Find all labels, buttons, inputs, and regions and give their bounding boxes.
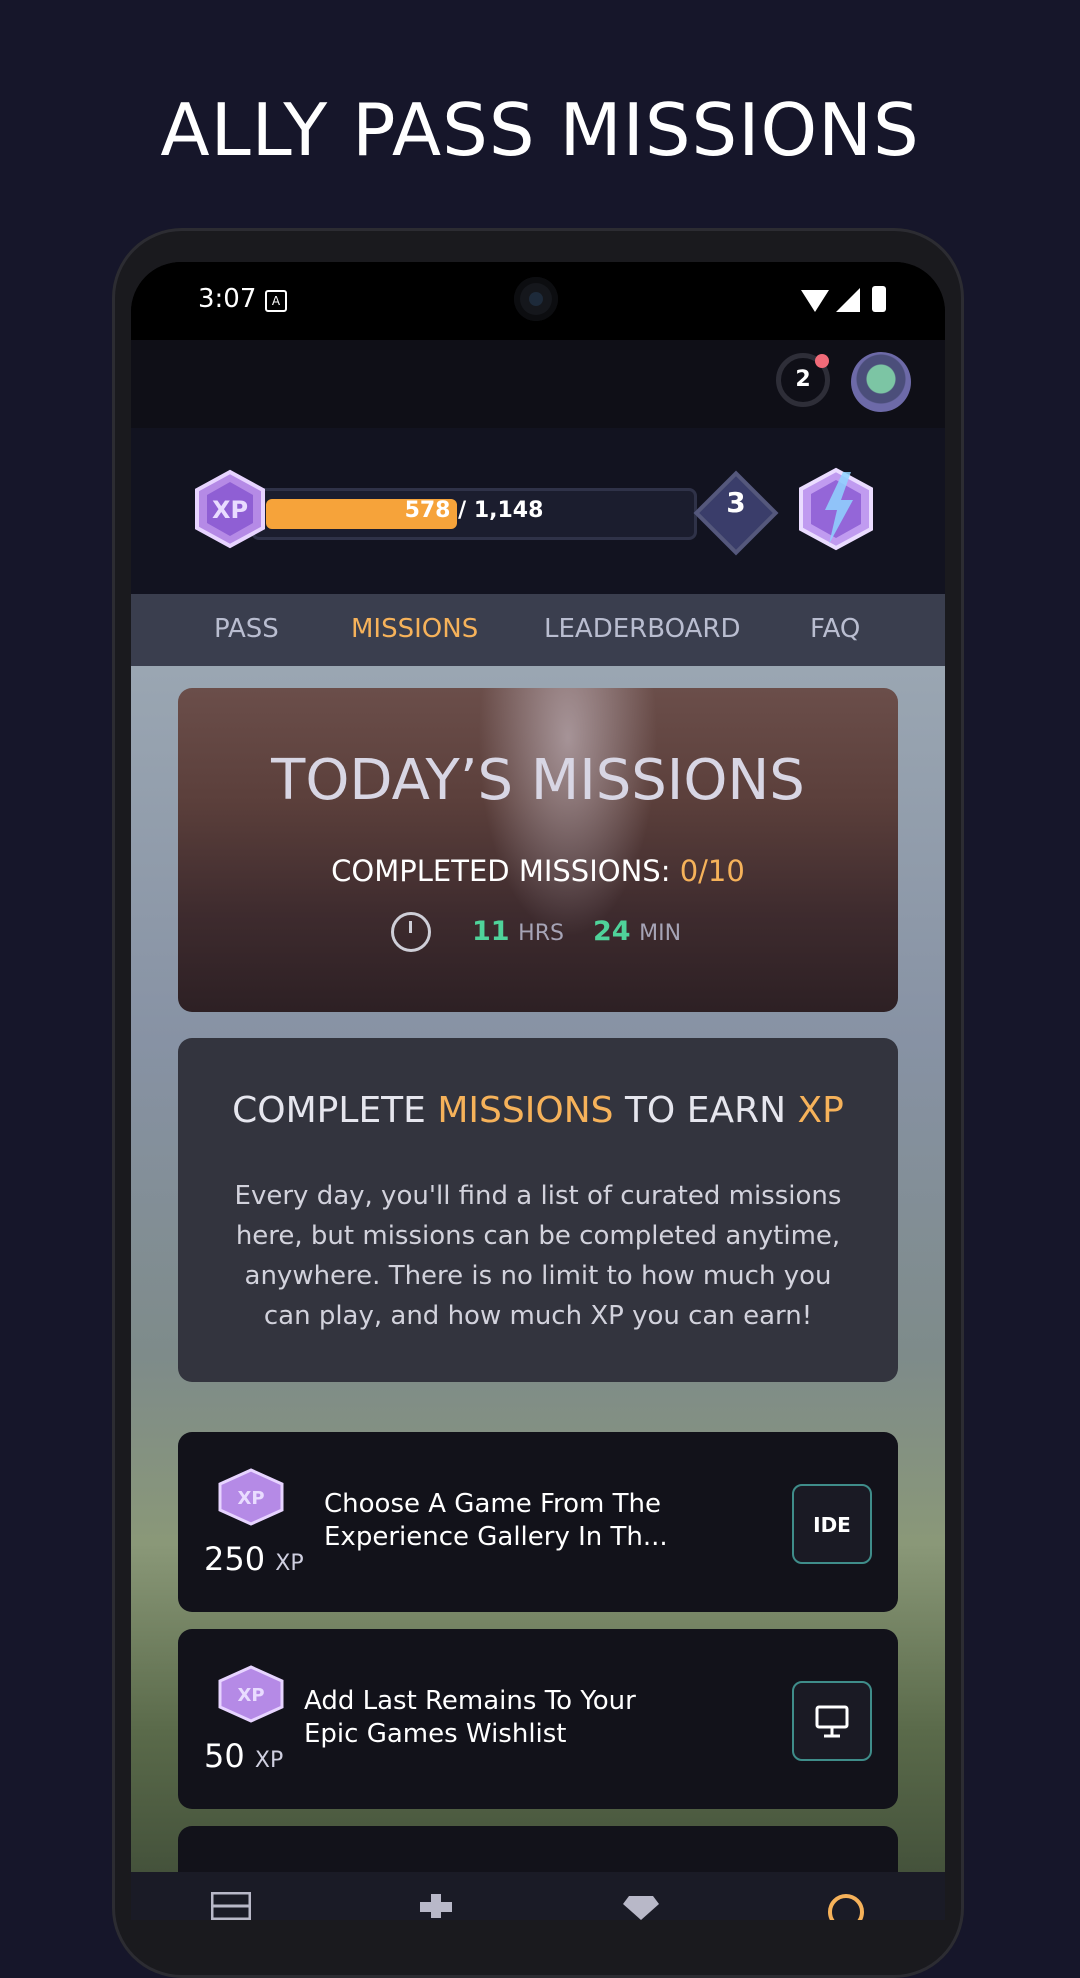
level-number: 3 xyxy=(726,486,746,519)
xp-progress-section: 578 / 1,148 XP 3 xyxy=(131,428,945,594)
monitor-icon xyxy=(815,1705,849,1738)
bottom-nav xyxy=(131,1872,945,1920)
timer-hours: 11 HRS xyxy=(472,916,564,947)
tab-leaderboard[interactable]: LEADERBOARD xyxy=(544,614,740,644)
brick-wall-icon[interactable] xyxy=(211,1892,251,1920)
xp-badge-icon: XP xyxy=(218,1665,284,1723)
profile-icon[interactable] xyxy=(826,1892,866,1920)
next-level-xp-badge-icon xyxy=(799,467,873,551)
battery-icon xyxy=(872,286,886,312)
svg-text:XP: XP xyxy=(237,1488,264,1509)
info-title: COMPLETE MISSIONS TO EARN XP xyxy=(232,1090,844,1131)
gamepad-icon[interactable] xyxy=(416,1892,456,1920)
app-header: 2 xyxy=(131,340,945,428)
signal-icon xyxy=(836,288,860,312)
xp-badge-icon: XP xyxy=(195,469,265,549)
tab-pass[interactable]: PASS xyxy=(214,614,279,644)
a-icon: A xyxy=(265,290,287,312)
mission-xp: 250 XP xyxy=(204,1540,304,1578)
mission-action-button[interactable]: IDE xyxy=(792,1484,872,1564)
mission-card[interactable]: XP 250 XP Choose A Game From The Experie… xyxy=(178,1432,898,1612)
info-body: Every day, you'll find a list of curated… xyxy=(234,1181,842,1331)
mission-action-button[interactable] xyxy=(792,1681,872,1761)
svg-text:XP: XP xyxy=(237,1685,264,1706)
status-time: 3:07 xyxy=(198,284,257,314)
completed-value: 0/10 xyxy=(679,854,745,888)
wifi-icon xyxy=(801,290,829,312)
xp-progress-bar: 578 / 1,148 xyxy=(251,488,697,540)
clock-icon xyxy=(391,912,431,952)
front-camera xyxy=(514,277,558,321)
tab-missions[interactable]: MISSIONS xyxy=(351,614,478,644)
status-bar: 3:07 A xyxy=(131,262,945,340)
info-card: COMPLETE MISSIONS TO EARN XP Every day, … xyxy=(178,1038,898,1382)
mission-text: Add Last Remains To Your Epic Games Wish… xyxy=(304,1686,636,1749)
phone-screen: 3:07 A 2 578 / 1,148 XP 3 PASS MISSIONS … xyxy=(131,262,945,1920)
xp-progress-text: 578 / 1,148 xyxy=(404,498,544,523)
notification-button[interactable]: 2 xyxy=(776,353,830,407)
ide-logo-icon: IDE xyxy=(813,1513,851,1537)
hero-title: TODAY’S MISSIONS xyxy=(271,748,805,813)
mission-card[interactable]: XP 50 XP Add Last Remains To Your Epic G… xyxy=(178,1629,898,1809)
xp-badge-icon: XP xyxy=(218,1468,284,1526)
mission-text: Choose A Game From The Experience Galler… xyxy=(324,1489,668,1552)
notification-count: 2 xyxy=(795,367,811,392)
mission-xp: 50 XP xyxy=(204,1737,284,1775)
tab-bar: PASS MISSIONS LEADERBOARD FAQ xyxy=(131,594,945,666)
todays-missions-banner: TODAY’S MISSIONS COMPLETED MISSIONS: 0/1… xyxy=(178,688,898,1012)
svg-text:IDE: IDE xyxy=(813,1513,851,1537)
headline: ALLY PASS MISSIONS xyxy=(160,88,920,172)
diamond-icon[interactable] xyxy=(621,1892,661,1920)
missions-content: TODAY’S MISSIONS COMPLETED MISSIONS: 0/1… xyxy=(131,666,945,1920)
tab-faq[interactable]: FAQ xyxy=(810,614,860,644)
completed-label: COMPLETED MISSIONS: xyxy=(331,854,671,888)
timer-minutes: 24 MIN xyxy=(593,916,682,947)
svg-text:XP: XP xyxy=(212,496,248,524)
avatar[interactable] xyxy=(851,352,911,412)
completed-missions: COMPLETED MISSIONS: 0/10 xyxy=(178,854,898,888)
